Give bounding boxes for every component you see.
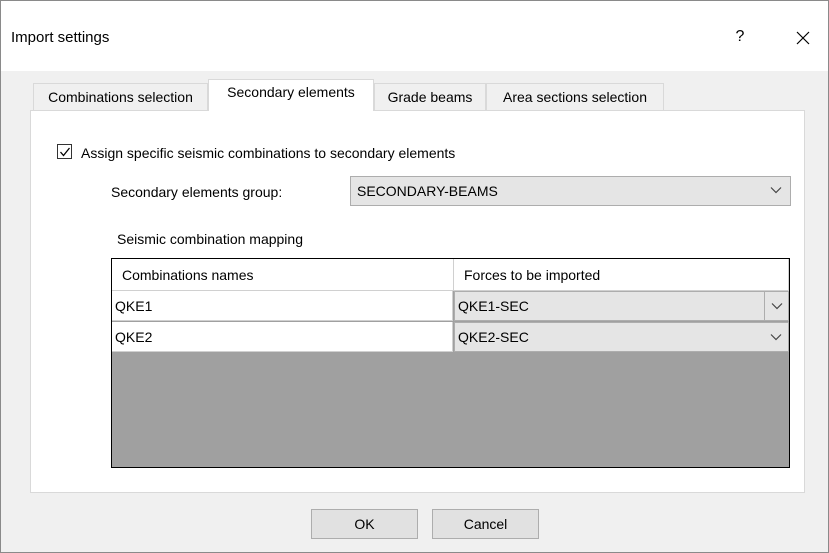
tab-secondary-elements[interactable]: Secondary elements <box>208 79 374 111</box>
force-select-value: QKE1-SEC <box>458 298 529 314</box>
tab-combinations-selection[interactable]: Combinations selection <box>33 83 208 110</box>
force-select-value: QKE2-SEC <box>458 329 529 345</box>
force-select-row-2[interactable]: QKE2-SEC <box>454 322 789 352</box>
force-dropdown-button[interactable] <box>764 292 788 320</box>
assign-seismic-checkbox[interactable] <box>57 144 72 159</box>
force-dropdown-button[interactable] <box>764 323 788 351</box>
help-button[interactable]: ? <box>723 17 757 57</box>
assign-seismic-label[interactable]: Assign specific seismic combinations to … <box>81 145 455 161</box>
secondary-group-value: SECONDARY-BEAMS <box>357 183 498 199</box>
cancel-button[interactable]: Cancel <box>432 509 539 539</box>
mapping-label: Seismic combination mapping <box>117 231 303 247</box>
checkmark-icon <box>60 147 71 157</box>
seismic-mapping-grid: Combinations names Forces to be imported… <box>111 258 790 468</box>
dialog-title: Import settings <box>11 29 110 46</box>
tab-area-sections-selection[interactable]: Area sections selection <box>486 83 664 110</box>
chevron-down-icon <box>770 187 782 194</box>
force-select-row-1[interactable]: QKE1-SEC <box>454 291 789 321</box>
table-row-name[interactable]: QKE1 <box>112 291 453 321</box>
ok-button[interactable]: OK <box>311 509 418 539</box>
chevron-down-icon <box>770 334 782 341</box>
grid-header-forces-to-be-imported[interactable]: Forces to be imported <box>454 259 789 291</box>
chevron-down-icon <box>771 303 783 310</box>
import-settings-dialog: Import settings ? Combinations selection… <box>0 0 829 553</box>
close-icon <box>796 31 810 45</box>
title-bar: Import settings ? <box>1 1 828 71</box>
table-row-name[interactable]: QKE2 <box>112 322 453 352</box>
secondary-group-select[interactable]: SECONDARY-BEAMS <box>350 176 791 206</box>
secondary-group-label: Secondary elements group: <box>111 184 283 200</box>
grid-header-combinations-names[interactable]: Combinations names <box>112 259 454 291</box>
tab-grade-beams[interactable]: Grade beams <box>374 83 486 110</box>
close-button[interactable] <box>783 17 823 57</box>
